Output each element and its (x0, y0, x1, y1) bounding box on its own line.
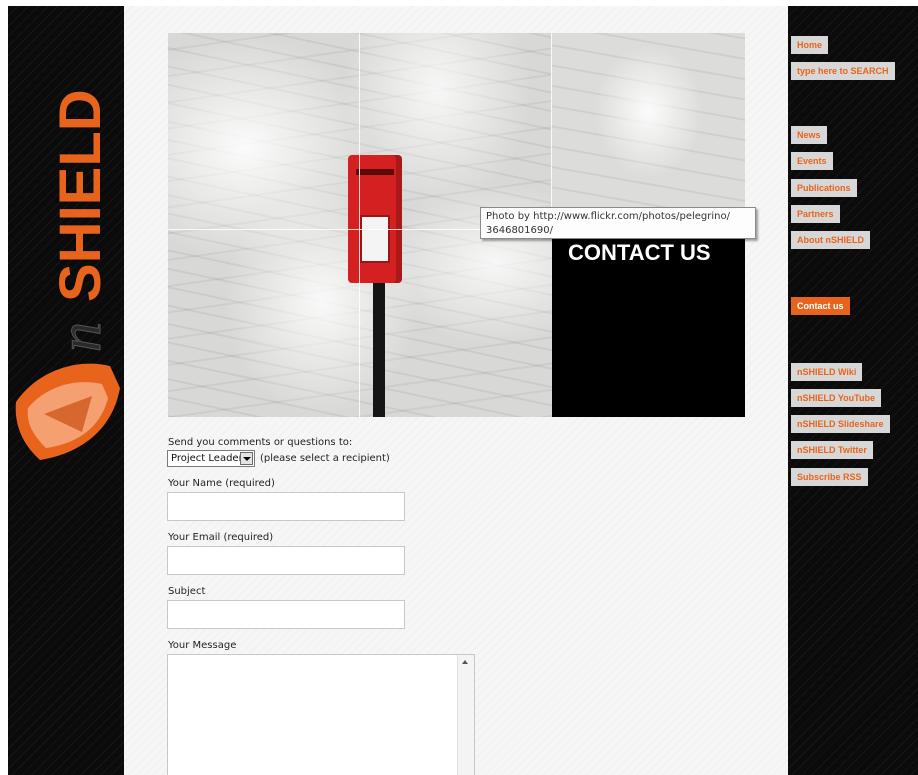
logo-text-n: n (47, 322, 113, 352)
nshield-logo[interactable]: SHIELD n (8, 40, 124, 470)
recipient-intro-label: Send you comments or questions to: (168, 437, 353, 448)
photo-credit-tooltip: Photo by http://www.flickr.com/photos/pe… (480, 207, 756, 239)
scroll-up-icon[interactable] (462, 660, 468, 664)
nav-rss[interactable]: Subscribe RSS (791, 468, 868, 486)
recipient-select[interactable]: Project Leader (167, 450, 255, 467)
postbox-icon (348, 155, 402, 283)
email-label: Your Email (required) (168, 532, 274, 543)
email-field[interactable] (167, 546, 405, 575)
nav-publications[interactable]: Publications (791, 179, 857, 197)
postbox-plate (360, 215, 390, 263)
nav-home[interactable]: Home (791, 36, 829, 54)
search-input[interactable]: type here to SEARCH (791, 62, 895, 80)
page: SHIELD n CONTACT US Photo by http://www.… (0, 0, 918, 775)
nav-partners[interactable]: Partners (791, 205, 840, 223)
subject-label: Subject (168, 586, 206, 597)
name-label: Your Name (required) (168, 478, 275, 489)
recipient-hint: (please select a recipient) (260, 453, 390, 464)
postbox-post (373, 283, 385, 417)
logo-wordmark: SHIELD n (47, 89, 114, 352)
shield-icon (15, 363, 121, 460)
page-title: CONTACT US (568, 240, 711, 265)
message-textarea[interactable] (167, 654, 475, 775)
subject-field[interactable] (167, 600, 405, 629)
grid-line (359, 33, 360, 417)
name-field[interactable] (167, 492, 405, 521)
nav-twitter[interactable]: nSHIELD Twitter (791, 441, 873, 459)
nav-news[interactable]: News (791, 126, 827, 144)
nav-events[interactable]: Events (791, 152, 833, 170)
logo-text-shield: SHIELD (48, 89, 113, 302)
nav-wiki[interactable]: nSHIELD Wiki (791, 363, 863, 381)
nav-about[interactable]: About nSHIELD (791, 231, 870, 249)
postbox-slot (356, 169, 394, 175)
grid-line (551, 33, 552, 229)
message-label: Your Message (168, 640, 237, 651)
nav-youtube[interactable]: nSHIELD YouTube (791, 389, 881, 407)
textarea-scrollbar[interactable] (457, 655, 474, 775)
nav-slideshare[interactable]: nSHIELD Slideshare (791, 415, 890, 433)
chevron-down-icon[interactable] (240, 452, 253, 465)
nav-contact[interactable]: Contact us (791, 297, 850, 315)
hero-wall-photo-right (552, 33, 745, 229)
recipient-select-value: Project Leader (171, 453, 243, 464)
